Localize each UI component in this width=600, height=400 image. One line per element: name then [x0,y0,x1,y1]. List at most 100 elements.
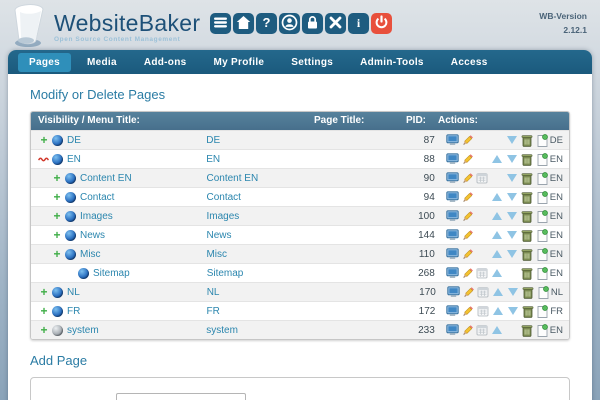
trash-icon[interactable] [520,133,535,148]
view-icon[interactable] [536,285,551,300]
edit-icon[interactable] [460,171,475,186]
menu-title-link[interactable]: News [80,230,105,241]
power-button[interactable] [371,13,392,34]
view-icon[interactable] [535,209,550,224]
menu-button[interactable] [210,13,231,34]
view-icon[interactable] [535,247,550,262]
trash-icon[interactable] [520,190,535,205]
view-icon[interactable] [535,133,550,148]
view-icon[interactable] [535,228,550,243]
menu-title-link[interactable]: Content EN [80,173,132,184]
down-icon[interactable] [505,304,520,319]
down-icon[interactable] [506,285,521,300]
trash-icon[interactable] [520,247,535,262]
sections-icon[interactable] [475,171,490,186]
trash-icon[interactable] [520,171,535,186]
sections-icon[interactable] [475,266,490,281]
menu-title-link[interactable]: system [67,325,99,336]
tab-settings[interactable]: Settings [280,53,344,72]
user-button[interactable] [279,13,300,34]
down-icon[interactable] [505,152,520,167]
up-icon[interactable] [490,266,505,281]
trash-icon[interactable] [520,266,535,281]
expand-icon[interactable]: + [51,192,63,202]
down-icon[interactable] [505,209,520,224]
settings-icon[interactable] [445,323,460,338]
sections-icon[interactable] [475,304,490,319]
close-button[interactable] [325,13,346,34]
sections-icon[interactable] [475,323,490,338]
help-button[interactable]: ? [256,13,277,34]
settings-icon[interactable] [445,152,460,167]
trash-icon[interactable] [520,152,535,167]
view-icon[interactable] [535,266,550,281]
settings-icon[interactable] [445,247,460,262]
settings-icon[interactable] [445,228,460,243]
menu-title-link[interactable]: DE [67,135,81,146]
expand-icon[interactable]: + [38,287,50,297]
trash-icon[interactable] [521,285,536,300]
trash-icon[interactable] [520,209,535,224]
up-icon[interactable] [490,304,505,319]
view-icon[interactable] [535,190,550,205]
tab-media[interactable]: Media [76,53,128,72]
up-icon[interactable] [491,285,506,300]
up-icon[interactable] [490,209,505,224]
edit-icon[interactable] [460,304,475,319]
up-icon[interactable] [490,190,505,205]
expand-icon[interactable]: + [51,230,63,240]
settings-icon[interactable] [445,304,460,319]
expand-icon[interactable]: + [38,306,50,316]
edit-icon[interactable] [460,133,475,148]
add-page-title-input[interactable] [116,393,246,400]
edit-icon[interactable] [460,247,475,262]
edit-icon[interactable] [460,228,475,243]
up-icon[interactable] [490,152,505,167]
menu-title-link[interactable]: NL [67,287,80,298]
info-button[interactable]: i [348,13,369,34]
down-icon[interactable] [505,190,520,205]
menu-title-link[interactable]: Images [80,211,113,222]
trash-icon[interactable] [520,304,535,319]
edit-icon[interactable] [460,323,475,338]
trash-icon[interactable] [520,228,535,243]
tab-my-profile[interactable]: My Profile [202,53,275,72]
settings-icon[interactable] [445,209,460,224]
settings-icon[interactable] [445,133,460,148]
menu-title-link[interactable]: FR [67,306,80,317]
tab-admin-tools[interactable]: Admin-Tools [349,53,435,72]
up-icon[interactable] [490,228,505,243]
up-icon[interactable] [490,323,505,338]
view-icon[interactable] [535,152,550,167]
expand-icon[interactable]: + [51,249,63,259]
down-icon[interactable] [505,247,520,262]
settings-icon[interactable] [445,190,460,205]
settings-icon[interactable] [445,171,460,186]
menu-title-link[interactable]: Contact [80,192,114,203]
logo-link[interactable]: WebsiteBaker Open Source Content Managem… [8,2,200,53]
trash-icon[interactable] [520,323,535,338]
down-icon[interactable] [505,228,520,243]
menu-title-link[interactable]: Sitemap [93,268,130,279]
up-icon[interactable] [490,247,505,262]
tab-add-ons[interactable]: Add-ons [133,53,198,72]
lock-button[interactable] [302,13,323,34]
menu-title-link[interactable]: EN [67,154,81,165]
settings-icon[interactable] [445,266,460,281]
collapse-icon[interactable] [38,156,50,162]
expand-icon[interactable]: + [38,135,50,145]
expand-icon[interactable]: + [51,173,63,183]
view-icon[interactable] [535,304,550,319]
edit-icon[interactable] [460,152,475,167]
sections-icon[interactable] [476,285,491,300]
expand-icon[interactable]: + [38,325,50,335]
edit-icon[interactable] [460,209,475,224]
menu-title-link[interactable]: Misc [80,249,101,260]
tab-access[interactable]: Access [440,53,499,72]
settings-icon[interactable] [446,285,461,300]
tab-pages[interactable]: Pages [18,53,71,72]
down-icon[interactable] [505,171,520,186]
view-icon[interactable] [535,171,550,186]
edit-icon[interactable] [460,266,475,281]
home-button[interactable] [233,13,254,34]
